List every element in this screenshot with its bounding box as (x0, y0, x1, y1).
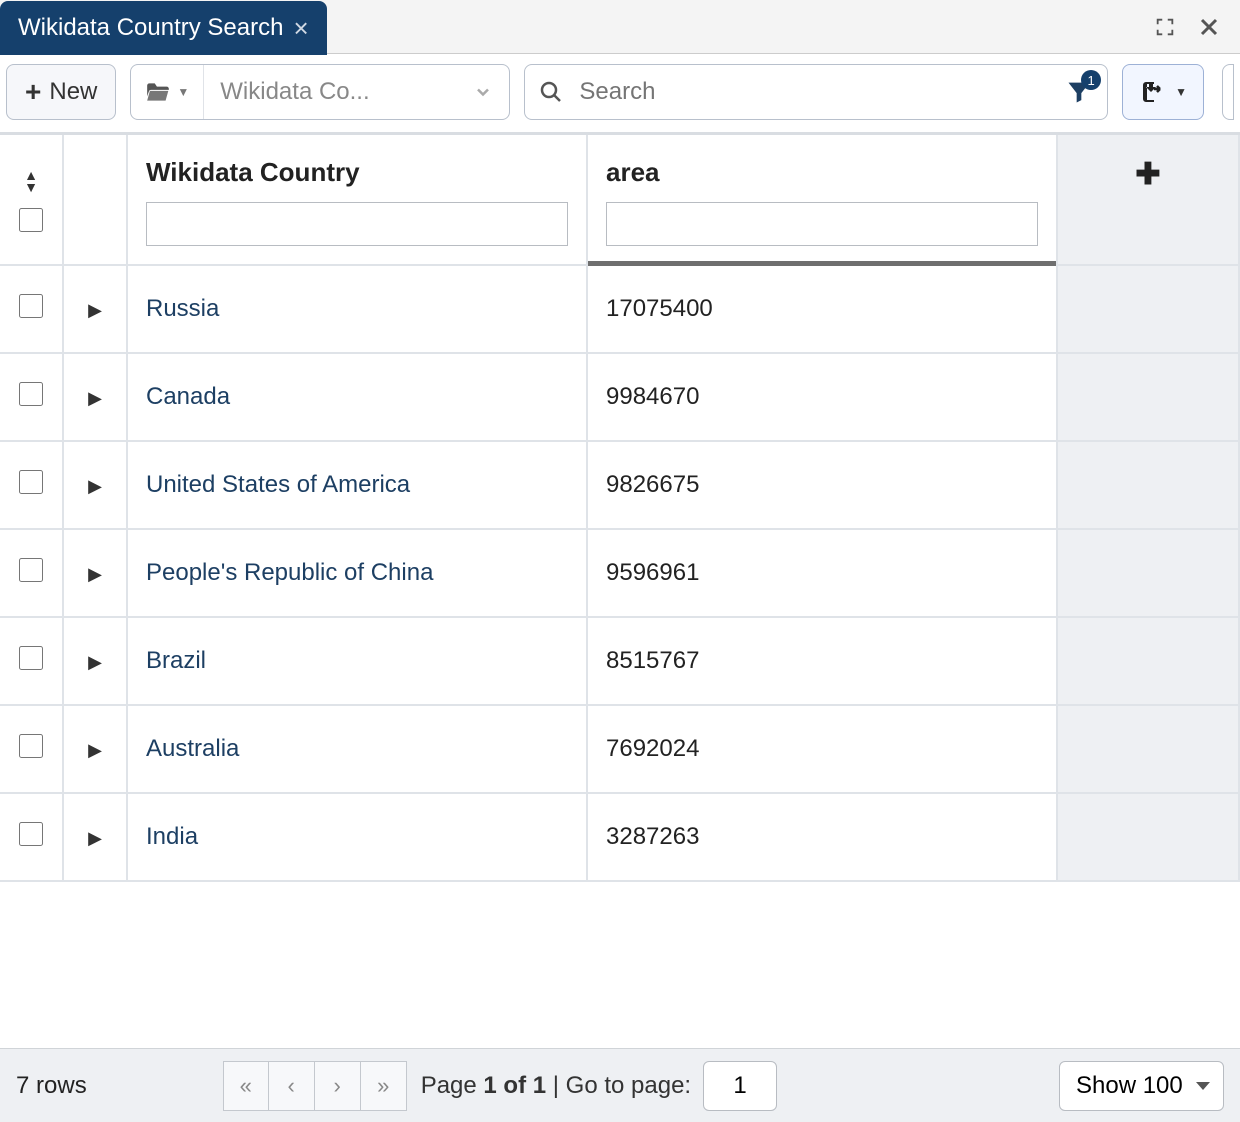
country-link[interactable]: Brazil (146, 647, 206, 674)
header-add-column[interactable]: ✚ (1058, 135, 1240, 266)
header-country[interactable]: Wikidata Country (128, 135, 588, 266)
caret-down-icon: ▼ (177, 85, 189, 99)
folder-open-icon (145, 81, 171, 103)
dataset-selector-label: Wikidata Co... (204, 78, 457, 106)
area-value: 3287263 (606, 823, 699, 850)
table-row: ▶ Canada 9984670 (0, 354, 1240, 442)
expand-row-icon[interactable]: ▶ (88, 300, 102, 320)
area-value: 8515767 (606, 647, 699, 674)
goto-label: | Go to page: (546, 1072, 691, 1099)
table-row: ▶ India 3287263 (0, 794, 1240, 882)
page-size-select[interactable]: Show 100 (1059, 1061, 1224, 1111)
row-add-cell (1058, 794, 1240, 882)
search-icon (539, 80, 563, 104)
close-panel-icon[interactable] (1196, 14, 1222, 40)
row-checkbox[interactable] (19, 382, 43, 406)
pager-first-button[interactable]: « (223, 1061, 269, 1111)
expand-row-icon[interactable]: ▶ (88, 740, 102, 760)
page-label: Page 1 of 1 | Go to page: (421, 1072, 691, 1100)
filter-country-input[interactable] (146, 202, 568, 246)
fullscreen-icon[interactable] (1152, 14, 1178, 40)
select-all-checkbox[interactable] (19, 208, 43, 232)
pager-last-button[interactable]: » (361, 1061, 407, 1111)
country-link[interactable]: Canada (146, 383, 230, 410)
area-value: 17075400 (606, 295, 713, 322)
page-size-select-wrap: Show 100 (1059, 1061, 1224, 1111)
row-add-cell (1058, 706, 1240, 794)
filter-icon[interactable]: 1 (1065, 78, 1093, 106)
country-link[interactable]: United States of America (146, 471, 410, 498)
header-expand-column (64, 135, 128, 266)
close-icon[interactable]: × (293, 15, 308, 41)
area-value: 7692024 (606, 735, 699, 762)
row-count: 7 rows (16, 1072, 87, 1100)
new-button[interactable]: + New (6, 64, 116, 120)
row-checkbox[interactable] (19, 294, 43, 318)
area-value: 9826675 (606, 471, 699, 498)
row-add-cell (1058, 266, 1240, 354)
footer: 7 rows « ‹ › » Page 1 of 1 | Go to page:… (0, 1048, 1240, 1122)
expand-row-icon[interactable]: ▶ (88, 476, 102, 496)
chevron-down-icon (457, 82, 509, 102)
tab-bar: Wikidata Country Search × (0, 0, 1240, 54)
dataset-selector[interactable]: ▼ Wikidata Co... (130, 64, 510, 120)
row-checkbox[interactable] (19, 822, 43, 846)
row-add-cell (1058, 530, 1240, 618)
filter-area-input[interactable] (606, 202, 1038, 246)
country-link[interactable]: India (146, 823, 198, 850)
row-add-cell (1058, 618, 1240, 706)
table-row: ▶ Russia 17075400 (0, 266, 1240, 354)
area-value: 9984670 (606, 383, 699, 410)
expand-row-icon[interactable]: ▶ (88, 652, 102, 672)
toolbar: + New ▼ Wikidata Co... 1 ▼ (0, 54, 1240, 132)
search-input[interactable] (563, 78, 1065, 106)
tab-active[interactable]: Wikidata Country Search × (0, 1, 327, 55)
country-link[interactable]: Australia (146, 735, 239, 762)
expand-row-icon[interactable]: ▶ (88, 388, 102, 408)
export-button[interactable]: ▼ (1122, 64, 1204, 120)
search-box[interactable]: 1 (524, 64, 1108, 120)
page-prefix: Page (421, 1072, 484, 1099)
new-button-label: New (49, 78, 97, 106)
plus-icon: ✚ (1076, 157, 1220, 192)
overflow-panel-edge (1222, 64, 1234, 120)
row-add-cell (1058, 442, 1240, 530)
row-checkbox[interactable] (19, 470, 43, 494)
sort-toggle[interactable]: ▲ ▼ (24, 171, 38, 193)
pager: « ‹ › » Page 1 of 1 | Go to page: (223, 1061, 777, 1111)
expand-row-icon[interactable]: ▶ (88, 564, 102, 584)
sort-desc-icon: ▼ (24, 183, 38, 193)
header-area[interactable]: area (588, 135, 1058, 266)
caret-down-icon: ▼ (1175, 85, 1187, 99)
country-link[interactable]: Russia (146, 295, 219, 322)
header-country-label: Wikidata Country (146, 157, 568, 188)
row-add-cell (1058, 354, 1240, 442)
table-row: ▶ United States of America 9826675 (0, 442, 1240, 530)
table-row: ▶ Brazil 8515767 (0, 618, 1240, 706)
country-link[interactable]: People's Republic of China (146, 559, 433, 586)
header-area-label: area (606, 157, 1038, 188)
header-select-column: ▲ ▼ (0, 135, 64, 266)
tab-title: Wikidata Country Search (18, 14, 283, 42)
filter-badge: 1 (1081, 70, 1101, 90)
row-checkbox[interactable] (19, 558, 43, 582)
table-row: ▶ People's Republic of China 9596961 (0, 530, 1240, 618)
expand-row-icon[interactable]: ▶ (88, 828, 102, 848)
area-value: 9596961 (606, 559, 699, 586)
row-checkbox[interactable] (19, 734, 43, 758)
data-table-wrap: ▲ ▼ Wikidata Country area ✚ (0, 132, 1240, 882)
pager-next-button[interactable]: › (315, 1061, 361, 1111)
export-icon (1139, 80, 1165, 104)
row-checkbox[interactable] (19, 646, 43, 670)
data-table: ▲ ▼ Wikidata Country area ✚ (0, 135, 1240, 882)
table-row: ▶ Australia 7692024 (0, 706, 1240, 794)
pager-prev-button[interactable]: ‹ (269, 1061, 315, 1111)
plus-icon: + (25, 76, 41, 108)
goto-page-input[interactable] (703, 1061, 777, 1111)
page-current: 1 of 1 (483, 1072, 546, 1099)
